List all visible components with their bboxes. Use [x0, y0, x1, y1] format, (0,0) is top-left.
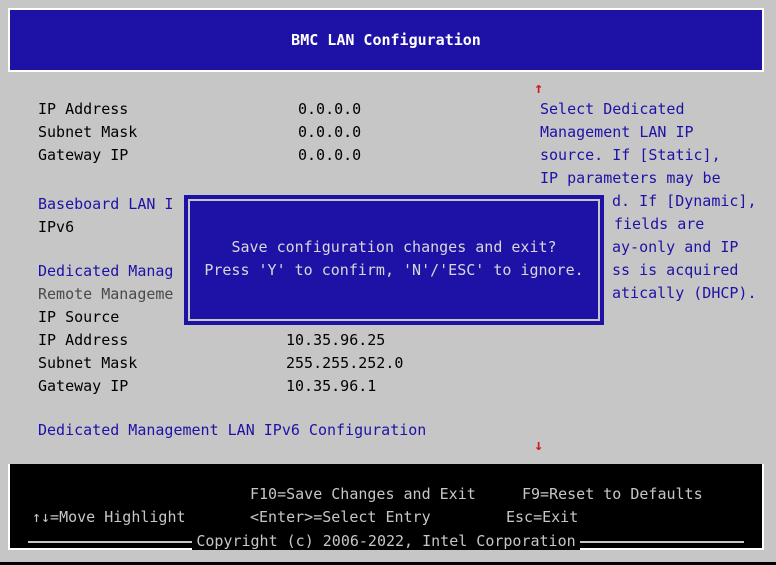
subnet-mask-label: Subnet Mask [38, 354, 138, 372]
f10-key-hint: F10=Save Changes and Exit [250, 485, 476, 503]
help-line: ay-only and IP [612, 238, 739, 256]
subnet-mask-value[interactable]: 0.0.0.0 [298, 121, 361, 144]
copyright-text: Copyright (c) 2006-2022, Intel Corporati… [192, 532, 580, 550]
gateway-ip-value[interactable]: 0.0.0.0 [298, 144, 361, 167]
subnet-mask-value[interactable]: 255.255.252.0 [286, 352, 403, 375]
ip-address-value[interactable]: 0.0.0.0 [298, 98, 361, 121]
help-line: Management LAN IP [540, 123, 694, 141]
help-line: ss is acquired [612, 261, 739, 279]
f9-key-hint: F9=Reset to Defaults [522, 485, 703, 503]
ipv6-label: IPv6 [38, 218, 75, 236]
ip-address-label: IP Address [38, 100, 129, 118]
gateway-ip-label: Gateway IP [38, 146, 129, 164]
ipv6-config-link[interactable]: Dedicated Management LAN IPv6 Configurat… [38, 419, 426, 442]
help-line: IP parameters may be [540, 169, 721, 187]
dialog-prompt: Press 'Y' to confirm, 'N'/'ESC' to ignor… [204, 261, 584, 279]
esc-key-hint: Esc=Exit [506, 508, 579, 526]
enter-key-hint: <Enter>=Select Entry [250, 508, 431, 526]
gateway-ip-label: Gateway IP [38, 377, 129, 395]
dedicated-lan-header[interactable]: Dedicated Manag [38, 260, 173, 283]
remote-management-label: Remote Manageme [38, 285, 174, 303]
gateway-ip-value[interactable]: 10.35.96.1 [286, 375, 376, 398]
help-line: d. If [Dynamic], [612, 192, 757, 210]
subnet-mask-label: Subnet Mask [38, 123, 138, 141]
scroll-up-icon[interactable]: ↑ [534, 77, 543, 100]
save-exit-dialog[interactable]: Save configuration changes and exit? Pre… [182, 193, 606, 327]
dialog-message: Save configuration changes and exit? [231, 238, 557, 256]
help-line: source. If [Static], [540, 146, 721, 164]
baseboard-lan-header[interactable]: Baseboard LAN I [38, 193, 173, 216]
help-line: fields are [614, 215, 705, 233]
page-title: BMC LAN Configuration [291, 31, 481, 49]
key-legend-bar: F10=Save Changes and Exit F9=Reset to De… [8, 464, 764, 550]
help-line: Select Dedicated [540, 100, 685, 118]
bios-screen: BMC LAN Configuration ↑ ↓ IP Address 0.0… [0, 0, 776, 562]
help-line: atically (DHCP). [612, 284, 757, 302]
title-bar: BMC LAN Configuration [8, 8, 764, 72]
scroll-down-icon[interactable]: ↓ [534, 434, 543, 457]
move-key-hint: ↑↓=Move Highlight [32, 508, 186, 526]
ip-address-label: IP Address [38, 331, 129, 349]
ip-source-label: IP Source [38, 308, 120, 326]
ip-address-value[interactable]: 10.35.96.25 [286, 329, 385, 352]
